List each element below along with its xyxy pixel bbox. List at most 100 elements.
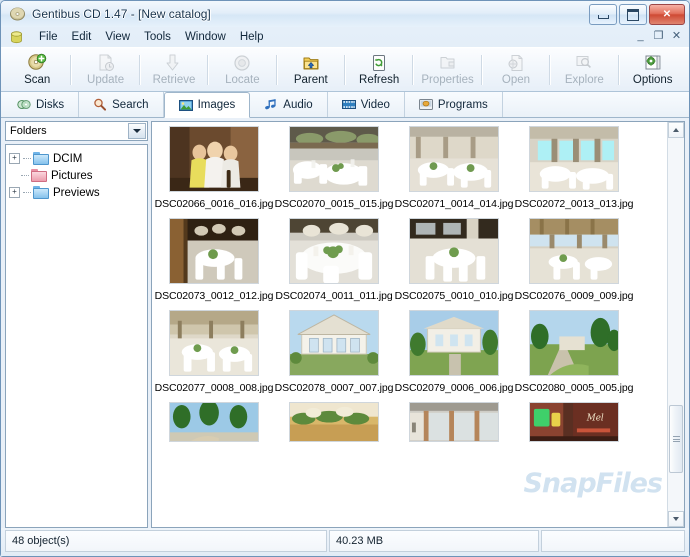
scrollbar-grip-icon [672, 436, 680, 442]
thumbnail-label: DSC02071_0014_014.jpg [394, 198, 514, 210]
tab-label-programs: Programs [437, 98, 488, 111]
thumbnail-image[interactable] [169, 126, 259, 192]
menu-item-edit[interactable]: Edit [65, 29, 99, 45]
thumbnail-item[interactable]: DSC02066_0016_016.jpg [154, 126, 274, 210]
toolbar-button-properties[interactable]: Properties [415, 49, 479, 90]
thumbnail-item[interactable] [394, 402, 514, 448]
menu-item-window[interactable]: Window [178, 29, 233, 45]
tree-item-previews[interactable]: + Previews [9, 184, 144, 201]
status-bar: 48 object(s) 40.23 MB [1, 528, 689, 556]
thumbnail-image[interactable] [409, 218, 499, 284]
thumbnail-item[interactable]: Mel [514, 402, 634, 448]
toolbar-button-scan[interactable]: Scan [5, 49, 69, 90]
thumbnail-image[interactable] [169, 218, 259, 284]
tab-images[interactable]: Images [163, 92, 251, 118]
toolbar-button-options[interactable]: Options [621, 49, 685, 90]
thumbnail-item[interactable]: DSC02076_0009_009.jpg [514, 218, 634, 302]
menu-item-view[interactable]: View [98, 29, 137, 45]
cd-disc-icon [9, 7, 26, 22]
thumbnail-image[interactable] [169, 310, 259, 376]
thumbnail-image[interactable] [289, 126, 379, 192]
tree-item-dcim[interactable]: + DCIM [9, 150, 144, 167]
thumbnail-image[interactable] [529, 310, 619, 376]
toolbar-button-retrieve[interactable]: Retrieve [142, 49, 206, 90]
tab-programs[interactable]: Programs [405, 92, 503, 117]
thumbnail-item[interactable] [274, 402, 394, 448]
svg-text:Mel: Mel [586, 414, 604, 424]
thumbnail-item[interactable]: DSC02078_0007_007.jpg [274, 310, 394, 394]
audio-note-icon [264, 98, 278, 111]
options-gear-icon [643, 53, 663, 73]
thumbnail-label: DSC02079_0006_006.jpg [394, 382, 514, 394]
menu-item-help[interactable]: Help [233, 29, 271, 45]
expander-icon[interactable]: + [9, 187, 20, 198]
thumbnail-item[interactable]: DSC02073_0012_012.jpg [154, 218, 274, 302]
thumbnail-grid: DSC02066_0016_016.jpg DSC02070_0015_015.… [152, 122, 668, 456]
tab-disks[interactable]: Disks [3, 92, 80, 117]
open-icon [506, 53, 526, 73]
thumbnail-item[interactable]: DSC02077_0008_008.jpg [154, 310, 274, 394]
toolbar-button-open[interactable]: Open [484, 49, 548, 90]
tree-label-dcim: DCIM [53, 152, 83, 165]
status-total-size: 40.23 MB [329, 530, 539, 552]
close-button[interactable]: ✕ [649, 4, 685, 25]
folders-dropdown[interactable]: Folders [5, 121, 148, 141]
tree-item-pictures[interactable]: Pictures [9, 167, 144, 184]
thumbnail-label: DSC02072_0013_013.jpg [514, 198, 634, 210]
thumbnail-image[interactable] [289, 310, 379, 376]
thumbnail-item[interactable]: DSC02072_0013_013.jpg [514, 126, 634, 210]
menu-bar: File Edit View Tools Window Help _ ❐ ✕ [1, 27, 689, 47]
thumbnail-image[interactable] [169, 402, 259, 442]
thumbnail-item[interactable]: DSC02070_0015_015.jpg [274, 126, 394, 210]
toolbar-button-locate[interactable]: Locate [210, 49, 274, 90]
tab-label-audio: Audio [283, 98, 313, 111]
toolbar-button-update[interactable]: Update [73, 49, 137, 90]
thumbnail-image[interactable] [409, 126, 499, 192]
thumbnail-image[interactable] [289, 402, 379, 442]
thumbnail-image[interactable] [409, 402, 499, 442]
mdi-restore-button[interactable]: ❐ [652, 29, 665, 43]
toolbar-button-explore[interactable]: Explore [552, 49, 616, 90]
thumbnail-item[interactable]: DSC02071_0014_014.jpg [394, 126, 514, 210]
locate-icon [232, 53, 252, 73]
thumbnail-item[interactable]: DSC02074_0011_011.jpg [274, 218, 394, 302]
thumbnail-image[interactable]: Mel [529, 402, 619, 442]
menu-item-tools[interactable]: Tools [137, 29, 178, 45]
thumbnail-item[interactable]: DSC02079_0006_006.jpg [394, 310, 514, 394]
tab-video[interactable]: Video [328, 92, 405, 117]
refresh-icon [369, 53, 389, 73]
chevron-down-icon[interactable] [128, 123, 146, 139]
tab-audio[interactable]: Audio [250, 92, 328, 117]
thumbnail-image[interactable] [529, 126, 619, 192]
tab-label-disks: Disks [36, 98, 65, 111]
thumbnail-item[interactable]: DSC02075_0010_010.jpg [394, 218, 514, 302]
toolbar-button-parent[interactable]: Parent [279, 49, 343, 90]
scrollbar-thumb[interactable] [669, 405, 683, 473]
toolbar-separator [207, 54, 210, 85]
mdi-minimize-button[interactable]: _ [634, 29, 647, 43]
thumbnail-scroll-area[interactable]: DSC02066_0016_016.jpg DSC02070_0015_015.… [152, 122, 668, 527]
folder-tree[interactable]: + DCIM Pictures + Previews [5, 144, 148, 528]
toolbar-label-retrieve: Retrieve [152, 74, 196, 86]
mdi-close-button[interactable]: ✕ [670, 29, 683, 43]
thumbnail-image[interactable] [409, 310, 499, 376]
thumbnail-item[interactable] [154, 402, 274, 448]
toolbar-separator [549, 54, 552, 85]
search-icon [93, 98, 107, 111]
thumbnail-image[interactable] [529, 218, 619, 284]
video-film-icon [341, 98, 356, 111]
tab-search[interactable]: Search [79, 92, 164, 117]
scroll-down-button[interactable] [668, 511, 684, 527]
toolbar-button-refresh[interactable]: Refresh [347, 49, 411, 90]
scroll-up-button[interactable] [668, 122, 684, 138]
images-icon [178, 99, 193, 112]
thumbnail-label: DSC02075_0010_010.jpg [394, 290, 514, 302]
maximize-button[interactable] [619, 4, 647, 25]
expander-icon[interactable]: + [9, 153, 20, 164]
vertical-scrollbar[interactable] [667, 122, 684, 527]
minimize-button[interactable] [589, 4, 617, 25]
menu-item-file[interactable]: File [32, 29, 65, 45]
thumbnail-item[interactable]: DSC02080_0005_005.jpg [514, 310, 634, 394]
thumbnail-image[interactable] [289, 218, 379, 284]
toolbar-separator [275, 54, 278, 85]
